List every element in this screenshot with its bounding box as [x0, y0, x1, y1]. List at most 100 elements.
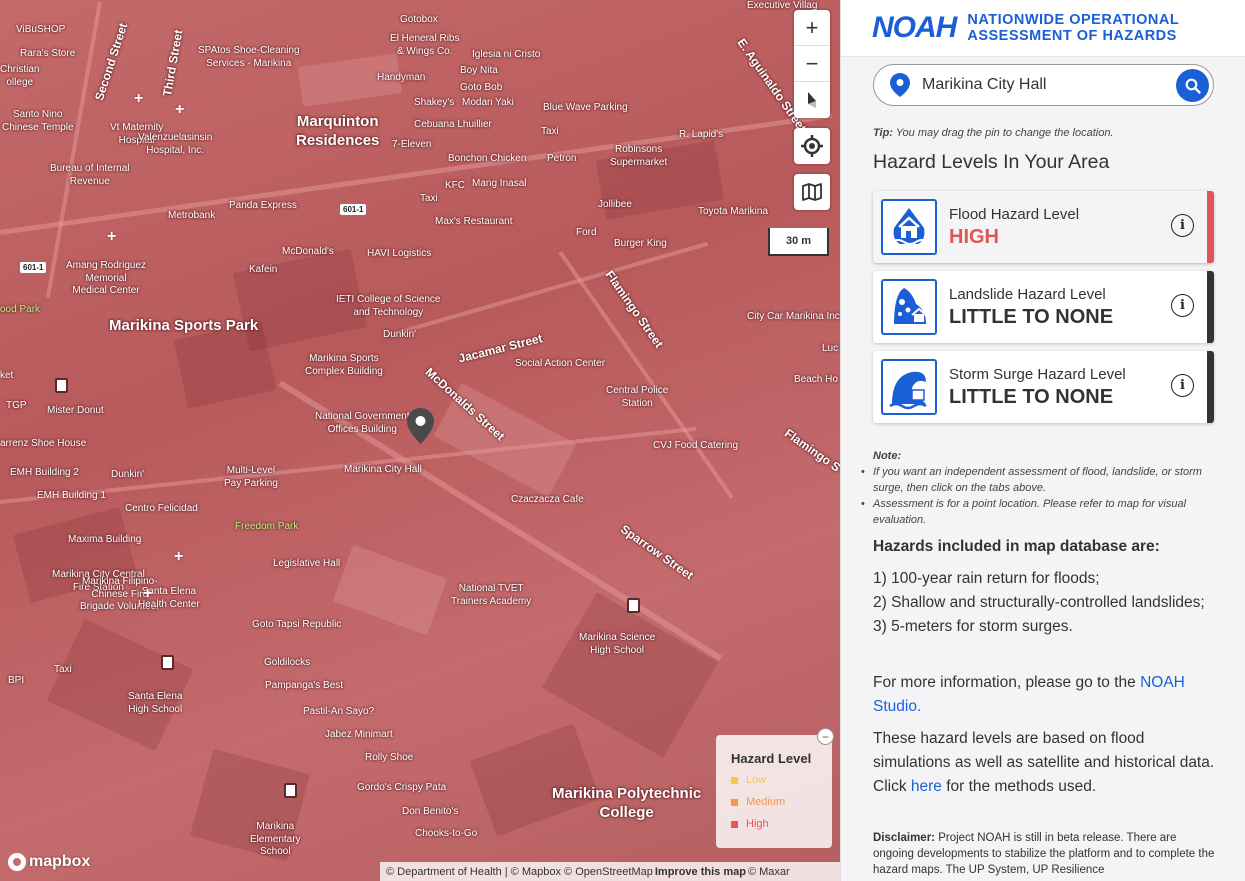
map-place-label: Petron [547, 153, 577, 164]
hazard-card-flood[interactable]: Flood Hazard Level HIGH i [873, 191, 1214, 263]
note-title: Note: [873, 450, 902, 462]
map-place-label: Taxi [541, 126, 559, 137]
map-attribution: © Department of Health | © Mapbox © Open… [380, 862, 840, 881]
storm-surge-hazard-icon [881, 359, 937, 415]
map-place-label: Marikina Polytechnic College [552, 785, 702, 821]
map-place-label: Marikina City Hall [344, 464, 422, 475]
location-pin-marker[interactable] [407, 408, 434, 444]
noah-logo[interactable]: NOAH [872, 11, 957, 45]
compass-icon [808, 92, 816, 108]
hazard-level-bar [1207, 191, 1214, 263]
map-park-label: ood Park [0, 304, 41, 315]
hazard-map[interactable]: Marquinton Residences Marikina Sports Par… [0, 0, 840, 881]
legend-title: Hazard Level [731, 751, 812, 766]
map-place-label: Iglesia ni Cristo [472, 49, 541, 60]
hazard-card-storm-surge[interactable]: Storm Surge Hazard Level LITTLE TO NONE i [873, 351, 1214, 423]
methods-suffix: for the methods used. [941, 778, 1097, 795]
search-button[interactable] [1176, 69, 1209, 102]
legend-swatch [731, 820, 738, 828]
map-place-label: Max's Restaurant [435, 216, 513, 227]
note-item: Assessment is for a point location. Plea… [861, 496, 1214, 528]
mapbox-wordmark: mapbox [29, 853, 91, 870]
map-place-label: Marikina Elementary School [250, 821, 301, 857]
map-place-label: Mang Inasal [472, 178, 527, 189]
info-icon[interactable]: i [1171, 214, 1194, 237]
methods-here-link[interactable]: here [911, 778, 942, 795]
map-place-label: Santo Nino Chinese Temple [2, 109, 74, 133]
bus-stop-icon [55, 378, 68, 393]
flood-hazard-icon [881, 199, 937, 255]
map-place-label: Bonchon Chicken [448, 153, 527, 164]
map-place-label: EMH Building 2 [10, 467, 79, 478]
improve-map-link[interactable]: Improve this map [655, 866, 746, 878]
legend-swatch [731, 798, 738, 806]
road-shield: 601-1 [20, 262, 47, 273]
brand-title-line2: ASSESSMENT OF HAZARDS [967, 28, 1177, 44]
map-place-label: Central Police Station [606, 385, 669, 409]
map-place-label: Marikina Science High School [579, 632, 656, 656]
map-style-control [794, 174, 830, 210]
mapbox-logo[interactable]: mapbox [8, 853, 90, 871]
map-place-label: Amang Rodriguez Memorial Medical Center [66, 260, 147, 296]
map-place-label: City Car Marikina Inc [747, 311, 840, 322]
map-place-label: Marikina Sports Park [109, 317, 259, 334]
database-section: Hazards included in map database are: 1)… [873, 535, 1218, 639]
note-item: If you want an independent assessment of… [861, 464, 1214, 496]
map-place-label: Marquinton Residences [296, 113, 380, 149]
zoom-out-button[interactable]: − [794, 46, 830, 82]
map-place-label: Goldilocks [264, 657, 311, 668]
legend-collapse-button[interactable]: − [817, 728, 834, 745]
tip-label: Tip: [873, 127, 893, 139]
map-place-label: Dunkin' [111, 469, 145, 480]
info-icon[interactable]: i [1171, 374, 1194, 397]
hazard-card-landslide[interactable]: Landslide Hazard Level LITTLE TO NONE i [873, 271, 1214, 343]
hazard-level-bar [1207, 271, 1214, 343]
map-place-label: Taxi [54, 664, 72, 675]
map-place-label: National Government Offices Building [315, 411, 410, 435]
hospital-icon: + [174, 548, 184, 565]
map-place-label: Goto Bob [460, 82, 503, 93]
hazard-name: Flood Hazard Level [949, 205, 1080, 223]
hazard-panel: NOAH NATIONWIDE OPERATIONAL ASSESSMENT O… [840, 0, 1245, 881]
map-place-label: Chooks-to-Go [415, 828, 478, 839]
legend-item: High [731, 818, 817, 830]
map-place-label: Pastil-An Sayo? [303, 706, 375, 717]
disclaimer-label: Disclaimer: [873, 832, 936, 844]
info-icon[interactable]: i [1171, 294, 1194, 317]
zoom-controls: + − [794, 10, 830, 118]
compass-button[interactable] [794, 82, 830, 118]
map-place-label: National TVET Trainers Academy [451, 583, 532, 607]
map-place-label: SPAtos Shoe-Cleaning Services - Marikina [198, 45, 300, 69]
hospital-icon: + [175, 101, 185, 118]
legend-item: Medium [731, 796, 817, 808]
maxar-credit: © Maxar [747, 865, 790, 878]
map-place-label: Shakey's [414, 97, 455, 108]
map-place-label: Jabez Minimart [325, 729, 393, 740]
school-icon [161, 655, 174, 670]
map-place-label: Gotobox [400, 14, 438, 25]
more-info-prefix: For more information, please go to the [873, 674, 1141, 691]
map-place-label: KFC [445, 180, 465, 191]
zoom-in-button[interactable]: + [794, 10, 830, 46]
map-place-label: Metrobank [168, 210, 216, 221]
hazard-levels-title: Hazard Levels In Your Area [873, 151, 1110, 173]
map-place-label: Social Action Center [515, 358, 606, 369]
road-shield: 601-1 [340, 204, 367, 215]
legend-label: Low [746, 774, 767, 786]
map-place-label: Luc [822, 343, 839, 354]
map-street-label: Sparrow Street [617, 522, 696, 583]
school-icon [627, 598, 640, 613]
map-style-button[interactable] [794, 174, 830, 210]
map-place-label: Boy Nita [460, 65, 498, 76]
map-street-label: Third Street [160, 28, 186, 98]
map-icon [802, 183, 822, 201]
map-place-label: BPI [8, 675, 25, 686]
map-place-label: TGP [6, 400, 27, 411]
map-place-label: Gordo's Crispy Pata [357, 782, 447, 793]
map-place-label: ket [0, 370, 14, 381]
legend-item: Low [731, 774, 817, 786]
hazard-card-text: Flood Hazard Level HIGH [949, 206, 1079, 249]
search-input[interactable] [922, 76, 1162, 94]
click-prefix: Click [873, 778, 911, 795]
geolocate-button[interactable] [794, 128, 830, 164]
